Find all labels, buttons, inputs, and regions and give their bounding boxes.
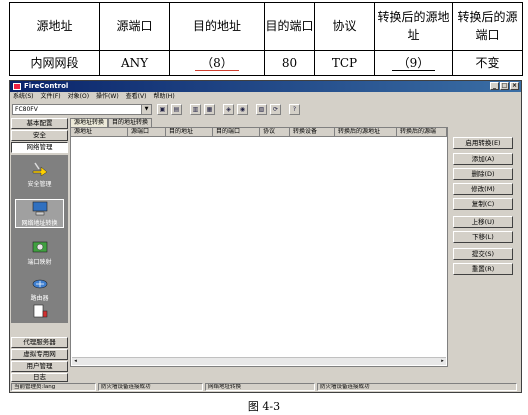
sidebar-log[interactable]: 日志	[11, 373, 68, 382]
sidebar-item-security-management[interactable]: 安全管理	[15, 161, 64, 188]
header-source-address: 源地址	[9, 2, 100, 51]
blank-8: （8）	[195, 55, 239, 71]
tab-strip: 源地址转换 目的地址转换	[70, 118, 153, 127]
reset-button[interactable]: 重置(R)	[453, 263, 513, 275]
cell-destination-port: 80	[264, 49, 315, 77]
blank-9: （9）	[391, 55, 436, 71]
sidebar-icon-panel: 安全管理 网络地址转换 端口映射 路由器	[11, 155, 68, 323]
sidebar: 基本配置 安全 网络管理 安全管理 网络地址转换 端口映射 路由器 代理服务器 …	[11, 118, 68, 382]
firecontrol-window: FireControl _ □ × 系统(S) 文件(F) 对象(O) 操作(W…	[9, 80, 522, 393]
status-message: 防火墙设备连接成功	[317, 383, 517, 391]
minimize-button[interactable]: _	[490, 82, 499, 90]
copy-button[interactable]: 复制(C)	[453, 198, 513, 210]
modify-button[interactable]: 修改(M)	[453, 183, 513, 195]
nat-rule-table: 源地址 源端口 目的地址 目的端口 协议 转换后的源地址 转换后的源端口 内网网…	[9, 2, 523, 77]
move-down-button[interactable]: 下移(L)	[453, 231, 513, 243]
cell-source-address: 内网网段	[9, 49, 100, 77]
menu-operation[interactable]: 操作(W)	[96, 92, 119, 102]
sidebar-proxy-server[interactable]: 代理服务器	[11, 337, 68, 348]
sidebar-item-port-mapping[interactable]: 端口映射	[15, 239, 64, 266]
column-translated-source-port[interactable]: 转换后的源端	[397, 128, 447, 137]
cell-translated-source-port: 不变	[452, 49, 523, 77]
cell-source-port: ANY	[99, 49, 170, 77]
list-icon[interactable]: ▦	[204, 104, 215, 115]
sidebar-item-router[interactable]: 路由器	[15, 275, 64, 302]
status-admin: 当前管理员:lang	[11, 383, 96, 391]
header-destination-port: 目的端口	[264, 2, 315, 51]
sidebar-network-management[interactable]: 网络管理	[11, 142, 68, 153]
column-source-port[interactable]: 源端口	[128, 128, 166, 137]
menu-help[interactable]: 帮助(H)	[153, 92, 174, 102]
title-bar: FireControl _ □ ×	[10, 81, 521, 92]
horizontal-scrollbar[interactable]: ◂ ▸	[72, 357, 446, 365]
window-title: FireControl	[24, 82, 69, 90]
sidebar-item-nat[interactable]: 网络地址转换	[15, 199, 64, 228]
column-protocol[interactable]: 协议	[260, 128, 290, 137]
document-icon	[33, 304, 47, 318]
submit-button[interactable]: 提交(S)	[453, 248, 513, 260]
column-destination-address[interactable]: 目的地址	[166, 128, 213, 137]
monitor-icon[interactable]: ▧	[256, 104, 267, 115]
sidebar-vpn[interactable]: 虚拟专用网	[11, 349, 68, 360]
cell-destination-address: （8）	[169, 49, 265, 77]
column-source-address[interactable]: 源地址	[71, 128, 128, 137]
chevron-down-icon[interactable]: ▼	[141, 105, 151, 114]
port-mapping-icon	[32, 241, 47, 253]
header-source-port: 源端口	[99, 2, 170, 51]
network-icon[interactable]: ◉	[237, 104, 248, 115]
menu-view[interactable]: 查看(V)	[126, 92, 147, 102]
sidebar-basic-config[interactable]: 基本配置	[11, 118, 68, 129]
open-icon[interactable]: ▣	[157, 104, 168, 115]
maximize-button[interactable]: □	[500, 82, 509, 90]
enable-translation-button[interactable]: 启用转换(E)	[453, 137, 513, 149]
header-destination-address: 目的地址	[169, 2, 265, 51]
sidebar-item-misc[interactable]	[15, 303, 64, 321]
status-connection: 防火墙设备连接成功	[98, 383, 203, 391]
menu-object[interactable]: 对象(O)	[68, 92, 89, 102]
menu-bar: 系统(S) 文件(F) 对象(O) 操作(W) 查看(V) 帮助(H)	[10, 92, 521, 102]
add-button[interactable]: 添加(A)	[453, 153, 513, 165]
status-bar: 当前管理员:lang 防火墙设备连接成功 网络地址转换 防火墙设备连接成功	[10, 383, 521, 392]
refresh-icon[interactable]: ⟳	[270, 104, 281, 115]
properties-icon[interactable]: ▥	[190, 104, 201, 115]
column-destination-port[interactable]: 目的端口	[213, 128, 260, 137]
connect-icon[interactable]: ◈	[223, 104, 234, 115]
tab-source-nat[interactable]: 源地址转换	[70, 118, 109, 127]
nat-computer-icon	[32, 201, 47, 216]
sidebar-security[interactable]: 安全	[11, 130, 68, 141]
header-protocol: 协议	[314, 2, 375, 51]
menu-file[interactable]: 文件(F)	[41, 92, 61, 102]
header-translated-source-port: 转换后的源端口	[452, 2, 523, 51]
list-header: 源地址 源端口 目的地址 目的端口 协议 转换设备 转换后的源地址 转换后的源端	[71, 128, 447, 137]
cell-translated-source-address: （9）	[374, 49, 453, 77]
column-translated-source-address[interactable]: 转换后的源地址	[335, 128, 397, 137]
toolbar: FC80FV ▼ ▣ ▤ ▥ ▦ ◈ ◉ ▧ ⟳ ?	[10, 103, 521, 117]
scroll-left-icon[interactable]: ◂	[72, 358, 79, 365]
router-icon	[32, 279, 47, 289]
header-translated-source-address: 转换后的源地址	[374, 2, 453, 51]
save-icon[interactable]: ▤	[171, 104, 182, 115]
device-select[interactable]: FC80FV ▼	[12, 104, 152, 115]
scroll-right-icon[interactable]: ▸	[439, 358, 446, 365]
figure-caption: 图 4-3	[247, 400, 281, 413]
device-select-value: FC80FV	[15, 106, 38, 113]
sidebar-user-management[interactable]: 用户管理	[11, 361, 68, 372]
column-translation-device[interactable]: 转换设备	[290, 128, 335, 137]
help-icon[interactable]: ?	[289, 104, 300, 115]
tab-destination-nat[interactable]: 目的地址转换	[108, 118, 153, 127]
close-button[interactable]: ×	[510, 82, 519, 90]
status-module: 网络地址转换	[205, 383, 315, 391]
cell-protocol: TCP	[314, 49, 375, 77]
delete-button[interactable]: 删除(D)	[453, 168, 513, 180]
menu-system[interactable]: 系统(S)	[13, 92, 34, 102]
move-up-button[interactable]: 上移(U)	[453, 216, 513, 228]
arrow-icon	[32, 162, 47, 177]
app-icon	[13, 83, 21, 90]
nat-rule-list[interactable]: 源地址 源端口 目的地址 目的端口 协议 转换设备 转换后的源地址 转换后的源端…	[70, 127, 448, 367]
